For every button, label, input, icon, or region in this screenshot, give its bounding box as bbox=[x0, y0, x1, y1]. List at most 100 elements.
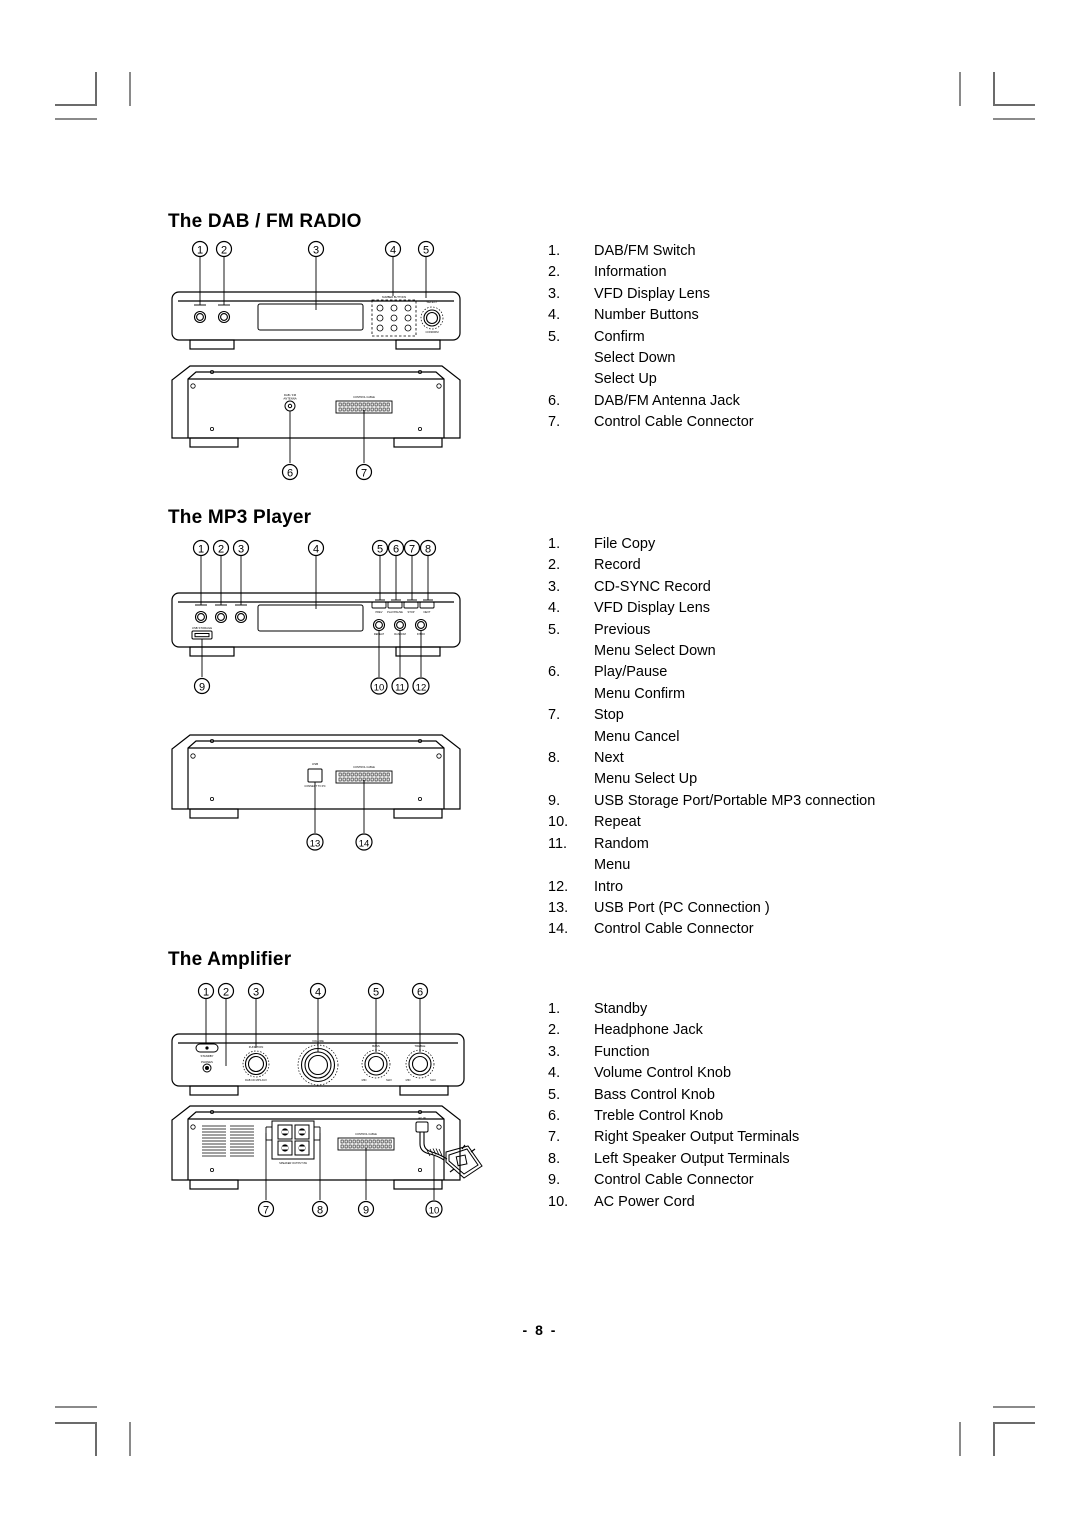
list-item-label: Information bbox=[594, 264, 667, 281]
list-item-label: Menu Cancel bbox=[594, 728, 680, 745]
list-item: 10. AC Power Cord bbox=[548, 1192, 1018, 1213]
diagram-dab-fm-radio: 1 2 3 4 5 NUMBER BUTTONS SELECT CONFIRM … bbox=[168, 238, 478, 488]
ventilation-grille bbox=[202, 1125, 254, 1157]
list-item-label: USB Port (PC Connection ) bbox=[594, 899, 770, 916]
list-item-number bbox=[548, 641, 594, 662]
treble-knob: TREBLE MIN MAX bbox=[406, 1044, 436, 1082]
list-item: 3. VFD Display Lens bbox=[548, 284, 1018, 305]
list-item-number: 11. bbox=[548, 835, 568, 852]
callout-leaders-front bbox=[195, 556, 433, 609]
callout-markers-front: 1 2 3 4 5 6 7 8 bbox=[192, 539, 437, 557]
list-item: 2. Information bbox=[548, 262, 1018, 283]
front-panel-body bbox=[171, 592, 461, 657]
svg-text:3: 3 bbox=[253, 987, 259, 999]
list-item-label: AC Power Cord bbox=[594, 1193, 695, 1210]
svg-text:10: 10 bbox=[374, 683, 385, 694]
list-item: Select Down bbox=[548, 348, 1018, 369]
list-item-label: Select Up bbox=[594, 371, 657, 388]
list-item: Menu bbox=[548, 855, 1018, 876]
svg-text:3: 3 bbox=[238, 544, 244, 556]
list-item: 14. Control Cable Connector bbox=[548, 919, 1018, 940]
list-item-number bbox=[548, 727, 594, 748]
svg-text:MAX: MAX bbox=[386, 1078, 392, 1082]
list-item: 5. Bass Control Knob bbox=[548, 1085, 1018, 1106]
control-cable-connector: CONTROL CABLE bbox=[337, 1132, 395, 1151]
list-item-label: VFD Display Lens bbox=[594, 600, 711, 617]
svg-text:1: 1 bbox=[197, 245, 203, 257]
list-item-number: 9. bbox=[548, 1172, 561, 1189]
list-item-number: 3. bbox=[548, 285, 561, 302]
list-item: 9. Control Cable Connector bbox=[548, 1170, 1018, 1191]
manual-page: The DAB / FM RADIO 1 2 3 4 5 NUMBER BUTT… bbox=[0, 0, 1080, 1528]
list-item: 7. Right Speaker Output Terminals bbox=[548, 1127, 1018, 1148]
callout-leaders-front-lower bbox=[201, 631, 422, 677]
svg-text:PLAY/PAUSE: PLAY/PAUSE bbox=[387, 610, 403, 614]
vfd-display-lens bbox=[257, 303, 364, 331]
list-item-label: Menu Select Up bbox=[594, 771, 698, 788]
list-item-label: Repeat bbox=[594, 814, 641, 831]
list-item-label: USB Storage Port/Portable MP3 connection bbox=[594, 792, 876, 809]
svg-text:USB: USB bbox=[312, 762, 318, 766]
svg-text:8: 8 bbox=[317, 1205, 323, 1217]
list-item-number: 5. bbox=[548, 621, 561, 638]
svg-text:2: 2 bbox=[218, 544, 224, 556]
diagram-mp3-player: 1 2 3 4 5 6 7 8 USB STORAGE PREV PLAY/PA… bbox=[168, 537, 478, 867]
callout-list-dab-fm-radio: 1. DAB/FM Switch 2. Information 3. VFD Disp… bbox=[548, 241, 1018, 434]
callout-leaders-front bbox=[194, 257, 427, 310]
callout-markers-front: 1 2 3 4 5 bbox=[191, 240, 435, 258]
rear-panel-body bbox=[171, 734, 461, 819]
callout-markers-front: 1 2 3 4 5 6 bbox=[197, 982, 429, 1000]
list-item-label: Number Buttons bbox=[594, 307, 699, 324]
transport-buttons: PREV PLAY/PAUSE STOP NEXT bbox=[371, 601, 435, 614]
svg-text:7: 7 bbox=[263, 1205, 269, 1217]
svg-text:USB STORAGE: USB STORAGE bbox=[192, 626, 212, 630]
svg-text:4: 4 bbox=[315, 987, 321, 999]
list-item-label: Previous bbox=[594, 621, 651, 638]
svg-text:4: 4 bbox=[390, 245, 396, 257]
svg-text:1: 1 bbox=[198, 544, 204, 556]
list-item-label: Confirm bbox=[594, 328, 645, 345]
list-item: 13. USB Port (PC Connection ) bbox=[548, 898, 1018, 919]
list-item: Menu Cancel bbox=[548, 727, 1018, 748]
callout-markers-front-lower: 9 10 11 12 bbox=[193, 677, 430, 695]
list-item-number: 6. bbox=[548, 392, 561, 409]
rear-panel-body bbox=[171, 1105, 461, 1190]
list-item: 9. USB Storage Port/Portable MP3 connecti… bbox=[548, 791, 1018, 812]
list-item: 4. Number Buttons bbox=[548, 305, 1018, 326]
svg-text:AC IN: AC IN bbox=[418, 1116, 425, 1120]
list-item-label: Left Speaker Output Terminals bbox=[594, 1150, 790, 1167]
list-item-number bbox=[548, 769, 594, 790]
list-item-label: Standby bbox=[594, 1001, 648, 1017]
list-item-label: Stop bbox=[594, 707, 624, 724]
list-item-label: Menu Confirm bbox=[594, 685, 686, 702]
svg-text:MAX: MAX bbox=[430, 1078, 436, 1082]
list-item-label: Function bbox=[594, 1043, 650, 1060]
list-item-number bbox=[548, 855, 594, 876]
vfd-display-lens bbox=[257, 604, 364, 632]
svg-text:CONTROL CABLE: CONTROL CABLE bbox=[353, 765, 375, 769]
callout-markers-rear: 7 8 9 10 bbox=[257, 1200, 443, 1218]
svg-text:VOLUME: VOLUME bbox=[312, 1039, 324, 1043]
svg-text:2: 2 bbox=[223, 987, 229, 999]
list-item-number: 6. bbox=[548, 664, 561, 681]
list-item: Menu Confirm bbox=[548, 684, 1018, 705]
list-item: 3. CD-SYNC Record bbox=[548, 577, 1018, 598]
list-item-label: DAB/FM Antenna Jack bbox=[594, 392, 740, 409]
list-item: 12. Intro bbox=[548, 877, 1018, 898]
svg-text:14: 14 bbox=[359, 839, 370, 850]
list-item-label: Right Speaker Output Terminals bbox=[594, 1129, 800, 1146]
list-item: 10. Repeat bbox=[548, 812, 1018, 833]
list-item: 5. Confirm bbox=[548, 327, 1018, 348]
front-panel-body bbox=[171, 291, 461, 350]
list-item: Menu Select Up bbox=[548, 769, 1018, 790]
list-item: 11. Random bbox=[548, 834, 1018, 855]
svg-text:5: 5 bbox=[377, 544, 383, 556]
svg-text:5: 5 bbox=[373, 987, 379, 999]
list-item-label: VFD Display Lens bbox=[594, 285, 711, 302]
list-item-number: 2. bbox=[548, 1022, 561, 1039]
list-item-number: 10. bbox=[548, 1193, 569, 1210]
list-item-number: 14. bbox=[548, 921, 569, 938]
list-item-number: 4. bbox=[548, 307, 561, 324]
svg-text:9: 9 bbox=[199, 682, 205, 694]
svg-text:10: 10 bbox=[429, 1206, 440, 1217]
